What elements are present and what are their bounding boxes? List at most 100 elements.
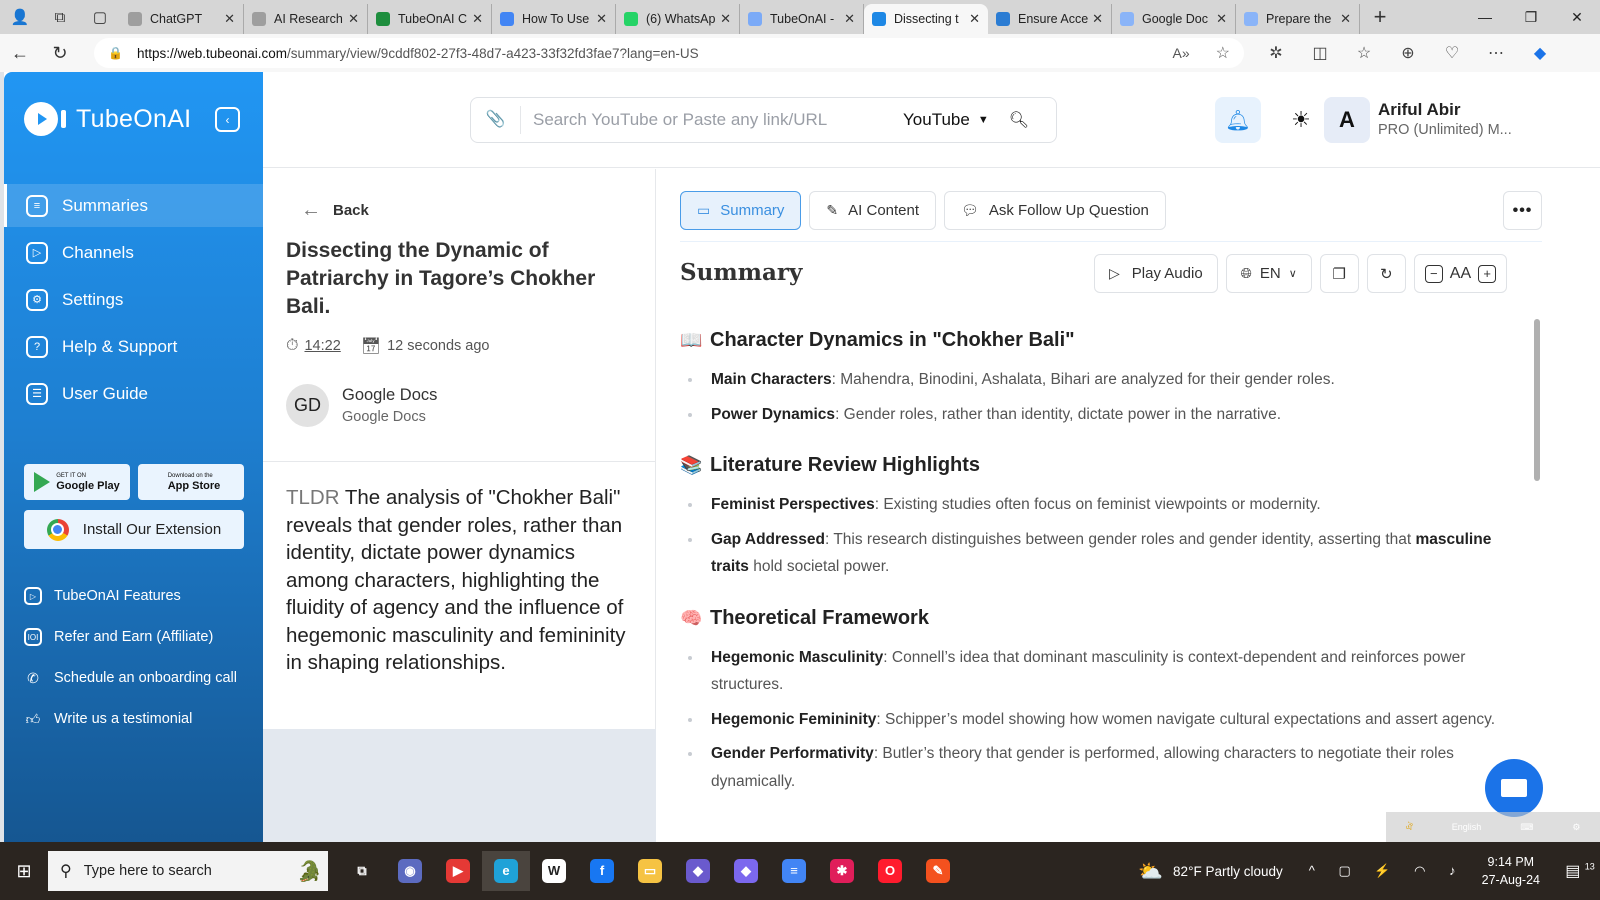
taskbar-app-task-view[interactable]: ⧉ xyxy=(338,851,386,891)
sidebar-item-help-support[interactable]: ? Help & Support xyxy=(4,325,263,368)
google-play-button[interactable]: GET IT ON Google Play xyxy=(24,464,130,500)
favorites-icon[interactable]: ☆ xyxy=(1342,43,1386,63)
sidebar-item-summaries[interactable]: ≡ Summaries xyxy=(4,184,263,227)
close-tab-icon[interactable]: ✕ xyxy=(844,11,855,27)
sidebar-item-user-guide[interactable]: ☰ User Guide xyxy=(4,372,263,415)
taskbar-app-google-docs[interactable]: ≡ xyxy=(770,851,818,891)
sidebar-link[interactable]: 👍︎ Write us a testimonial xyxy=(24,710,249,729)
refresh-button[interactable]: ↻ xyxy=(40,43,80,64)
new-tab-button[interactable]: + xyxy=(1360,4,1400,30)
taskbar-app-facebook[interactable]: f xyxy=(578,851,626,891)
browser-tab[interactable]: Google Doc ✕ xyxy=(1112,4,1236,34)
chat-support-button[interactable] xyxy=(1485,759,1543,817)
taskbar-app-file-explorer[interactable]: ▭ xyxy=(626,851,674,891)
channel-info[interactable]: GD Google Docs Google Docs xyxy=(286,384,437,427)
url-input[interactable]: 🔒 https://web.tubeonai.com /summary/view… xyxy=(94,38,1244,68)
restore-button[interactable]: ❐ xyxy=(1508,0,1554,34)
browser-tab[interactable]: (6) WhatsAp ✕ xyxy=(616,4,740,34)
start-button[interactable]: ⊞ xyxy=(0,861,48,882)
sidebar-link-label: Schedule an onboarding call xyxy=(54,670,237,686)
close-tab-icon[interactable]: ✕ xyxy=(596,11,607,27)
browser-tab[interactable]: TubeOnAI - ✕ xyxy=(740,4,864,34)
channels-icon: ▷ xyxy=(26,241,48,264)
back-nav-button[interactable]: ← xyxy=(0,43,40,64)
language-select[interactable]: 🌐︎ EN ∨ xyxy=(1225,254,1312,293)
close-tab-icon[interactable]: ✕ xyxy=(224,11,235,27)
sidebar-link[interactable]: ▷ TubeOnAI Features xyxy=(24,587,249,606)
minimize-button[interactable]: — xyxy=(1462,0,1508,34)
install-extension-button[interactable]: Install Our Extension xyxy=(24,510,244,549)
avatar[interactable]: A xyxy=(1324,97,1370,143)
increase-font-button[interactable]: + xyxy=(1478,264,1497,283)
theme-toggle[interactable]: ☀ xyxy=(1278,97,1324,143)
browser-tab[interactable]: How To Use ✕ xyxy=(492,4,616,34)
close-tab-icon[interactable]: ✕ xyxy=(472,11,483,27)
sidebar-link[interactable]: ✆ Schedule an onboarding call xyxy=(24,669,249,688)
browser-tab[interactable]: ChatGPT ✕ xyxy=(120,4,244,34)
browser-tab[interactable]: Prepare the ✕ xyxy=(1236,4,1360,34)
tab-ask-follow-up-question[interactable]: 💬︎ Ask Follow Up Question xyxy=(944,191,1166,230)
taskbar-search[interactable]: ⚲ Type here to search 🐊 xyxy=(48,851,328,891)
browser-tab[interactable]: Ensure Acce ✕ xyxy=(988,4,1112,34)
lock-icon[interactable]: 🔒 xyxy=(108,46,123,60)
more-menu-icon[interactable]: ⋯ xyxy=(1474,43,1518,63)
ime-language-bar[interactable]: ঐ English ⌨ ⚙ xyxy=(1386,812,1600,842)
regenerate-button[interactable]: ↻ xyxy=(1366,254,1406,293)
sidebar-links: ▷ TubeOnAI Features IOI Refer and Earn (Aff… xyxy=(24,587,249,751)
browser-tab[interactable]: AI Research ✕ xyxy=(244,4,368,34)
sidebar-link[interactable]: IOI Refer and Earn (Affiliate) xyxy=(24,628,249,647)
taskbar-app-opera[interactable]: O xyxy=(866,851,914,891)
tab-summary[interactable]: ▭ Summary xyxy=(680,191,802,230)
favorite-star-icon[interactable]: ☆ xyxy=(1216,43,1230,63)
close-tab-icon[interactable]: ✕ xyxy=(969,11,980,27)
close-tab-icon[interactable]: ✕ xyxy=(348,11,359,27)
notification-center-button[interactable]: ▤ 13 xyxy=(1560,861,1600,881)
taskbar-app-wikipedia[interactable]: W xyxy=(530,851,578,891)
video-duration[interactable]: 14:22 xyxy=(304,338,340,354)
taskbar-app-copilot-1[interactable]: ◆ xyxy=(674,851,722,891)
notifications-button[interactable]: 🔔︎ xyxy=(1215,97,1261,143)
taskbar-app-app-orange[interactable]: ✎ xyxy=(914,851,962,891)
taskbar-app-youtube[interactable]: ▶ xyxy=(434,851,482,891)
collections-icon[interactable]: ⊕ xyxy=(1386,43,1430,63)
taskbar-app-camera[interactable]: ◉ xyxy=(386,851,434,891)
user-info[interactable]: Ariful Abir PRO (Unlimited) M... xyxy=(1378,100,1512,138)
collapse-sidebar-button[interactable]: ‹ xyxy=(215,107,240,132)
tab-actions-icon[interactable]: ▢ xyxy=(80,0,120,34)
split-screen-icon[interactable]: ◫ xyxy=(1298,43,1342,63)
extensions-icon[interactable]: ✲ xyxy=(1254,43,1298,63)
weather-widget[interactable]: ⛅ 82°F Partly cloudy xyxy=(1138,859,1283,884)
browser-tab[interactable]: Dissecting t ✕ xyxy=(864,4,988,34)
taskbar-app-edge[interactable]: e xyxy=(482,851,530,891)
back-button[interactable]: ← Back xyxy=(301,199,369,222)
tab-ai-content[interactable]: ✎ AI Content xyxy=(809,191,937,230)
close-tab-icon[interactable]: ✕ xyxy=(1092,11,1103,27)
workspaces-icon[interactable]: ⧉ xyxy=(40,0,80,34)
taskbar-app-copilot-2[interactable]: ◆ xyxy=(722,851,770,891)
copilot-icon[interactable]: ◆ xyxy=(1518,43,1562,63)
browser-essentials-icon[interactable]: ♡ xyxy=(1430,43,1474,63)
copy-button[interactable]: ❐ xyxy=(1319,254,1359,293)
close-tab-icon[interactable]: ✕ xyxy=(1216,11,1227,27)
read-aloud-icon[interactable]: A» xyxy=(1173,45,1190,61)
more-options-button[interactable]: ••• xyxy=(1503,191,1542,230)
close-tab-icon[interactable]: ✕ xyxy=(1340,11,1351,27)
sidebar-item-channels[interactable]: ▷ Channels xyxy=(4,231,263,274)
source-select[interactable]: YouTube ▼ xyxy=(903,110,989,130)
search-icon[interactable]: 🔍︎ xyxy=(1009,110,1029,130)
decrease-font-button[interactable]: − xyxy=(1424,264,1443,283)
search-input[interactable] xyxy=(533,110,903,130)
brand-logo[interactable]: TubeOnAI xyxy=(24,102,191,136)
tray-icons[interactable]: ^ ▢ ⚡ ◠ ♪ xyxy=(1309,863,1466,879)
close-tab-icon[interactable]: ✕ xyxy=(720,11,731,27)
attach-icon[interactable]: 📎 xyxy=(471,106,521,134)
scrollbar[interactable] xyxy=(1534,319,1540,481)
app-store-button[interactable]: Download on the App Store xyxy=(138,464,244,500)
close-window-button[interactable]: ✕ xyxy=(1554,0,1600,34)
sidebar-item-settings[interactable]: ⚙ Settings xyxy=(4,278,263,321)
taskbar-app-slack[interactable]: ✱ xyxy=(818,851,866,891)
browser-tab[interactable]: TubeOnAI C ✕ xyxy=(368,4,492,34)
play-audio-button[interactable]: ▷ Play Audio xyxy=(1094,254,1218,293)
profile-icon[interactable]: 👤 xyxy=(0,0,40,34)
clock[interactable]: 9:14 PM 27-Aug-24 xyxy=(1482,853,1540,889)
